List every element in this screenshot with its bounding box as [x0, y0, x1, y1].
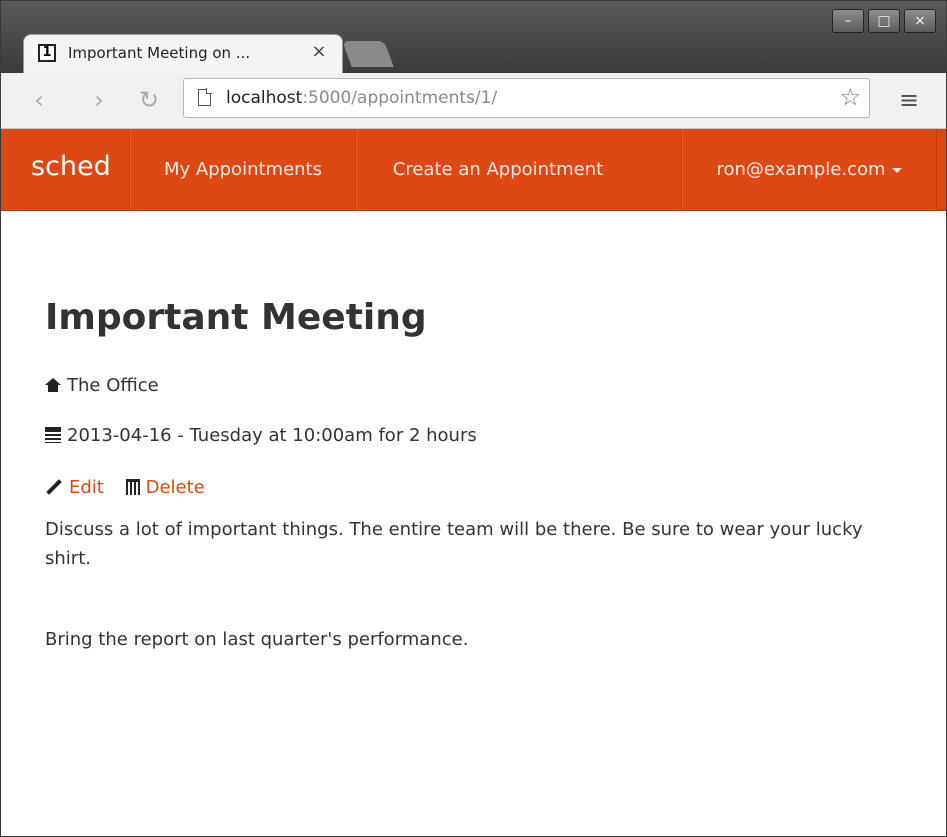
page-viewport: sched My Appointments Create an Appointm…	[1, 129, 946, 836]
back-icon[interactable]: ‹	[21, 83, 57, 117]
reload-icon[interactable]: ↻	[131, 83, 167, 117]
url-path: :5000/appointments/1/	[302, 88, 498, 108]
appointment-actions: Edit Delete	[45, 477, 221, 498]
minimize-button[interactable]: –	[832, 9, 864, 33]
browser-toolbar: ‹ › ↻ localhost:5000/appointments/1/ ☆ ≡	[1, 73, 946, 129]
url-host: localhost	[226, 88, 303, 108]
maximize-button[interactable]: □	[868, 9, 900, 33]
pencil-icon	[46, 479, 62, 495]
forward-icon[interactable]: ›	[81, 83, 117, 117]
edit-link[interactable]: Edit	[45, 477, 104, 498]
favicon-icon: 1	[38, 44, 56, 62]
tab-title: Important Meeting on ...	[68, 44, 251, 62]
page-icon	[198, 88, 212, 106]
location-text: The Office	[67, 375, 159, 396]
calendar-icon	[45, 427, 61, 443]
browser-window: 1 Important Meeting on ... × – □ × ‹ › ↻…	[0, 0, 947, 837]
tab-close-icon[interactable]: ×	[308, 41, 330, 63]
nav-my-appointments[interactable]: My Appointments	[129, 129, 356, 210]
edit-label: Edit	[69, 477, 104, 498]
browser-menu-icon[interactable]: ≡	[895, 85, 923, 115]
app-navbar: sched My Appointments Create an Appointm…	[1, 129, 946, 211]
page-title: Important Meeting	[45, 297, 427, 338]
caret-down-icon	[891, 167, 902, 173]
bookmark-star-icon[interactable]: ☆	[839, 83, 861, 111]
brand-link[interactable]: sched	[31, 151, 111, 182]
new-tab-button[interactable]	[342, 41, 394, 67]
window-controls: – □ ×	[832, 9, 936, 33]
browser-tab[interactable]: 1 Important Meeting on ... ×	[23, 34, 343, 73]
address-bar[interactable]: localhost:5000/appointments/1/ ☆	[183, 78, 870, 118]
location-line: The Office	[45, 375, 159, 396]
title-bar: 1 Important Meeting on ... × – □ ×	[1, 1, 946, 73]
trash-icon	[125, 479, 140, 495]
description-paragraph: Discuss a lot of important things. The e…	[45, 519, 863, 569]
url-text: localhost:5000/appointments/1/	[226, 88, 497, 108]
nav-create-appointment[interactable]: Create an Appointment	[355, 129, 640, 210]
date-text: 2013-04-16 - Tuesday at 10:00am for 2 ho…	[67, 425, 477, 446]
home-icon	[45, 378, 61, 392]
user-menu-dropdown[interactable]: ron@example.com	[681, 129, 937, 210]
close-window-button[interactable]: ×	[904, 9, 936, 33]
description-paragraph: Bring the report on last quarter's perfo…	[45, 629, 469, 650]
delete-link[interactable]: Delete	[125, 477, 205, 498]
delete-label: Delete	[145, 477, 205, 498]
date-line: 2013-04-16 - Tuesday at 10:00am for 2 ho…	[45, 425, 477, 446]
user-email: ron@example.com	[716, 159, 886, 180]
